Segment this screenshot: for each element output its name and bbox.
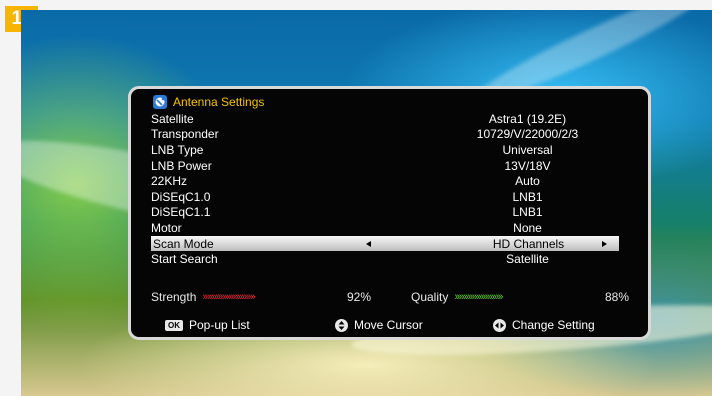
setting-value: Astra1 (19.2E) [488,111,567,126]
setting-label: DiSEqC1.1 [151,205,211,220]
setting-row-satellite[interactable]: Satellite Astra1 (19.2E) [151,111,619,127]
setting-value: Auto [515,174,540,189]
setting-label: Start Search [151,252,218,267]
setting-label: LNB Power [151,158,212,173]
setting-value: LNB1 [512,205,543,220]
setting-row-lnb-type[interactable]: LNB Type Universal [151,142,619,158]
setting-row-transponder[interactable]: Transponder 10729/V/22000/2/3 [151,127,619,143]
setting-value: Universal [502,142,553,157]
setting-label: Transponder [151,127,219,142]
setting-row-start-search[interactable]: Start Search Satellite [151,251,619,267]
setting-row-diseqc-1-0[interactable]: DiSEqC1.0 LNB1 [151,189,619,205]
key-hints: OK Pop-up List Move Cursor Change Settin… [161,317,631,333]
strength-label: Strength [151,290,197,304]
hint-popup-list: OK Pop-up List [165,317,250,333]
hint-label: Pop-up List [189,318,250,332]
setting-value: 10729/V/22000/2/3 [476,127,579,142]
setting-row-22khz[interactable]: 22KHz Auto [151,173,619,189]
setting-label: DiSEqC1.0 [151,189,211,204]
setting-label: Motor [151,220,182,235]
quality-meter: Quality ›››››››››››››››››››››› [411,289,503,305]
setting-row-diseqc-1-1[interactable]: DiSEqC1.1 LNB1 [151,205,619,221]
panel-title: Antenna Settings [173,94,265,109]
hint-change-setting: Change Setting [493,317,595,333]
ok-key-icon: OK [165,319,183,331]
page: 11 Antenna Settings Satellite Astra1 [0,0,712,396]
setting-label: Satellite [151,111,194,126]
panel-header: Antenna Settings [153,93,264,110]
setting-row-scan-mode[interactable]: Scan Mode HD Channels [151,235,619,252]
hint-move-cursor: Move Cursor [335,317,423,333]
arrow-left-icon[interactable] [366,240,371,247]
up-down-key-icon [335,318,348,332]
strength-bar: ›››››››››››››››››››››››› [202,291,255,303]
setting-value: 13V/18V [504,158,551,173]
setting-row-motor[interactable]: Motor None [151,220,619,236]
hint-label: Change Setting [512,318,595,332]
hint-label: Move Cursor [354,318,423,332]
settings-list: Satellite Astra1 (19.2E) Transponder 107… [151,111,619,267]
tv-screen: Antenna Settings Satellite Astra1 (19.2E… [21,10,712,396]
antenna-settings-panel: Antenna Settings Satellite Astra1 (19.2E… [128,86,651,340]
setting-label: LNB Type [151,142,204,157]
quality-label: Quality [411,290,449,304]
satellite-dish-icon [153,94,167,109]
setting-value: LNB1 [512,189,543,204]
arrow-right-icon[interactable] [602,240,607,247]
left-right-key-icon [493,318,506,332]
setting-label: Scan Mode [153,236,214,251]
strength-meter: Strength ›››››››››››››››››››››››› [151,289,256,305]
setting-value: HD Channels [492,236,565,251]
setting-row-lnb-power[interactable]: LNB Power 13V/18V [151,158,619,174]
quality-bar: ›››››››››››››››››››››› [454,291,503,303]
signal-meters: Strength ›››››››››››››››››››››››› 92% Qu… [151,289,631,305]
setting-label: 22KHz [151,174,188,189]
setting-value: None [513,220,542,235]
strength-value: 92% [347,290,372,304]
quality-value: 88% [605,290,630,304]
setting-value: Satellite [506,252,549,267]
